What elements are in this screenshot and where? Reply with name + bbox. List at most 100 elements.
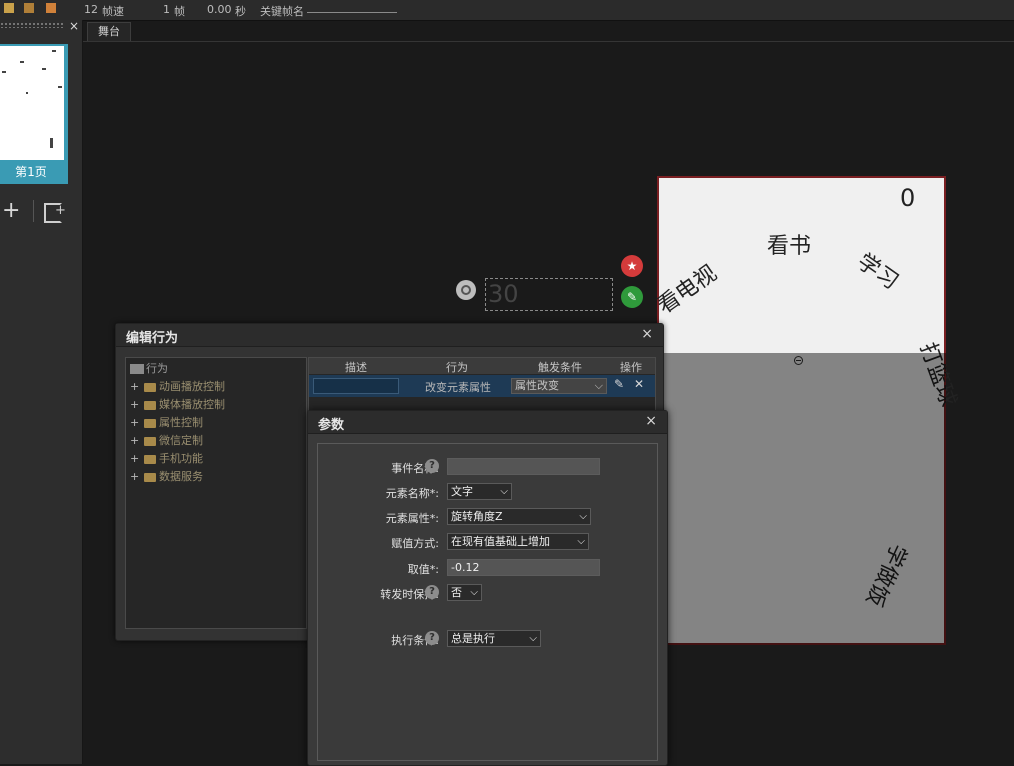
tree-item[interactable]: + 手机功能 bbox=[130, 450, 203, 466]
table-row[interactable]: 改变元素属性 属性改变 ⌵ ✎ ✕ bbox=[309, 375, 655, 397]
folder-icon bbox=[144, 454, 156, 464]
chevron-down-icon: ⌵ bbox=[577, 536, 585, 547]
tab-divider bbox=[83, 41, 1014, 42]
tree-item[interactable]: + 属性控制 bbox=[130, 414, 203, 430]
page-panel: × 第1页 + bbox=[0, 19, 83, 764]
trigger-select[interactable]: 属性改变 ⌵ bbox=[511, 378, 607, 394]
value-row: 取值*: -0.12 bbox=[318, 558, 657, 578]
timeline-tool-icon[interactable] bbox=[46, 3, 56, 13]
dialog-titlebar[interactable]: 编辑行为 × bbox=[116, 324, 663, 347]
expand-icon[interactable]: + bbox=[130, 416, 144, 429]
assign-mode-select[interactable]: 在现有值基础上增加 ⌵ bbox=[447, 533, 589, 550]
behavior-tree: 行为 + 动画播放控制 + 媒体播放控制 + 属性控制 + 微信定制 + 手机功能 + 数据… bbox=[125, 357, 307, 629]
grid-header: 描述 行为 触发条件 操作 bbox=[309, 358, 655, 374]
folder-icon bbox=[144, 436, 156, 446]
timer-icon[interactable] bbox=[456, 280, 476, 300]
expand-icon[interactable]: + bbox=[130, 380, 144, 393]
time-value: 0.00 bbox=[207, 3, 232, 16]
event-name-input[interactable] bbox=[447, 458, 600, 475]
tree-root[interactable]: 行为 bbox=[130, 360, 168, 376]
add-behavior-icon[interactable]: ★ bbox=[621, 255, 643, 277]
time-label: 秒 bbox=[235, 5, 246, 18]
tab-stage[interactable]: 舞台 bbox=[87, 22, 131, 41]
element-name-row: 元素名称*: 文字 ⌵ bbox=[318, 482, 657, 502]
assign-mode-label: 赋值方式: bbox=[391, 537, 439, 550]
element-prop-label: 元素属性*: bbox=[385, 512, 439, 525]
close-icon[interactable]: × bbox=[645, 413, 657, 429]
canvas-text-study[interactable]: 学习 bbox=[852, 244, 906, 295]
trigger-select-value: 属性改变 bbox=[515, 379, 559, 392]
element-name-value: 文字 bbox=[451, 485, 473, 498]
keyframe-name-input[interactable] bbox=[307, 12, 397, 13]
chevron-down-icon: ⌵ bbox=[529, 633, 537, 644]
canvas-text-read[interactable]: 看书 bbox=[767, 228, 811, 260]
dialog-title: 编辑行为 bbox=[126, 331, 179, 346]
delete-icon[interactable]: ✕ bbox=[634, 377, 644, 391]
expand-icon[interactable]: + bbox=[130, 452, 144, 465]
thumbnail-preview bbox=[0, 46, 64, 160]
help-icon[interactable]: ? bbox=[425, 459, 439, 473]
value-input[interactable]: -0.12 bbox=[447, 559, 600, 576]
thumbnail-mark bbox=[50, 138, 53, 148]
keyframe-label: 关键帧名 bbox=[260, 5, 304, 18]
exec-condition-value: 总是执行 bbox=[451, 632, 495, 645]
column-header-trigger: 触发条件 bbox=[538, 361, 582, 374]
close-icon[interactable]: × bbox=[641, 326, 653, 342]
chevron-down-icon: ⌵ bbox=[579, 511, 587, 522]
pencil-icon[interactable]: ✎ bbox=[614, 377, 624, 391]
folder-icon bbox=[144, 418, 156, 428]
add-page-button[interactable]: + bbox=[2, 200, 20, 222]
element-prop-select[interactable]: 旋转角度Z ⌵ bbox=[447, 508, 591, 525]
thumbnail-mark bbox=[26, 92, 28, 94]
tree-item-label: 属性控制 bbox=[159, 416, 203, 429]
description-input[interactable] bbox=[313, 378, 399, 394]
dialog-titlebar[interactable]: 参数 × bbox=[308, 411, 667, 434]
thumbnail-mark bbox=[58, 86, 62, 88]
canvas-text-tv[interactable]: 看电视 bbox=[650, 256, 722, 320]
panel-close-icon[interactable]: × bbox=[69, 19, 79, 33]
import-page-icon[interactable] bbox=[44, 203, 66, 223]
tree-item[interactable]: + 动画播放控制 bbox=[130, 378, 225, 394]
thumbnail-mark bbox=[2, 71, 6, 73]
expand-icon[interactable]: + bbox=[130, 470, 144, 483]
folder-icon bbox=[144, 472, 156, 482]
chevron-down-icon: ⌵ bbox=[594, 379, 603, 392]
element-name-label: 元素名称*: bbox=[385, 487, 439, 500]
timeline-tool-icon[interactable] bbox=[24, 3, 34, 13]
timer-text-box[interactable]: 30 bbox=[485, 278, 613, 311]
assign-mode-value: 在现有值基础上增加 bbox=[451, 535, 550, 548]
dialog-title: 参数 bbox=[318, 418, 345, 433]
keep-select[interactable]: 否 ⌵ bbox=[447, 584, 482, 601]
tree-item[interactable]: + 数据服务 bbox=[130, 468, 203, 484]
element-prop-value: 旋转角度Z bbox=[451, 510, 503, 523]
tree-item[interactable]: + 媒体播放控制 bbox=[130, 396, 225, 412]
chevron-down-icon: ⌵ bbox=[500, 486, 508, 497]
exec-condition-row: 执行条件: ? 总是执行 ⌵ bbox=[318, 629, 657, 649]
expand-icon[interactable]: + bbox=[130, 398, 144, 411]
timeline-tool-icon[interactable] bbox=[4, 3, 14, 13]
element-name-select[interactable]: 文字 ⌵ bbox=[447, 483, 512, 500]
keep-row: 转发时保持: ? 否 ⌵ bbox=[318, 583, 657, 603]
column-header-description: 描述 bbox=[345, 361, 367, 374]
event-name-row: 事件名称: ? bbox=[318, 457, 657, 477]
row-action: 改变元素属性 bbox=[425, 381, 491, 394]
expand-icon[interactable]: + bbox=[130, 434, 144, 447]
page-thumbnail[interactable]: 第1页 bbox=[0, 44, 68, 184]
help-icon[interactable]: ? bbox=[425, 585, 439, 599]
fps-value: 12 bbox=[84, 3, 98, 16]
folder-icon bbox=[144, 382, 156, 392]
thumbnail-mark bbox=[42, 68, 46, 70]
thumbnail-mark bbox=[52, 50, 56, 52]
keep-value: 否 bbox=[451, 586, 462, 599]
help-icon[interactable]: ? bbox=[425, 631, 439, 645]
computer-icon bbox=[130, 364, 144, 374]
canvas-counter-text[interactable]: 0 bbox=[900, 184, 915, 212]
column-header-operation: 操作 bbox=[620, 361, 642, 374]
exec-condition-select[interactable]: 总是执行 ⌵ bbox=[447, 630, 541, 647]
fps-label: 帧速 bbox=[102, 5, 124, 18]
tree-item-label: 微信定制 bbox=[159, 434, 203, 447]
edit-behavior-icon[interactable]: ✎ bbox=[621, 286, 643, 308]
frame-label: 帧 bbox=[174, 5, 185, 18]
panel-drag-handle[interactable] bbox=[0, 22, 64, 28]
tree-item[interactable]: + 微信定制 bbox=[130, 432, 203, 448]
